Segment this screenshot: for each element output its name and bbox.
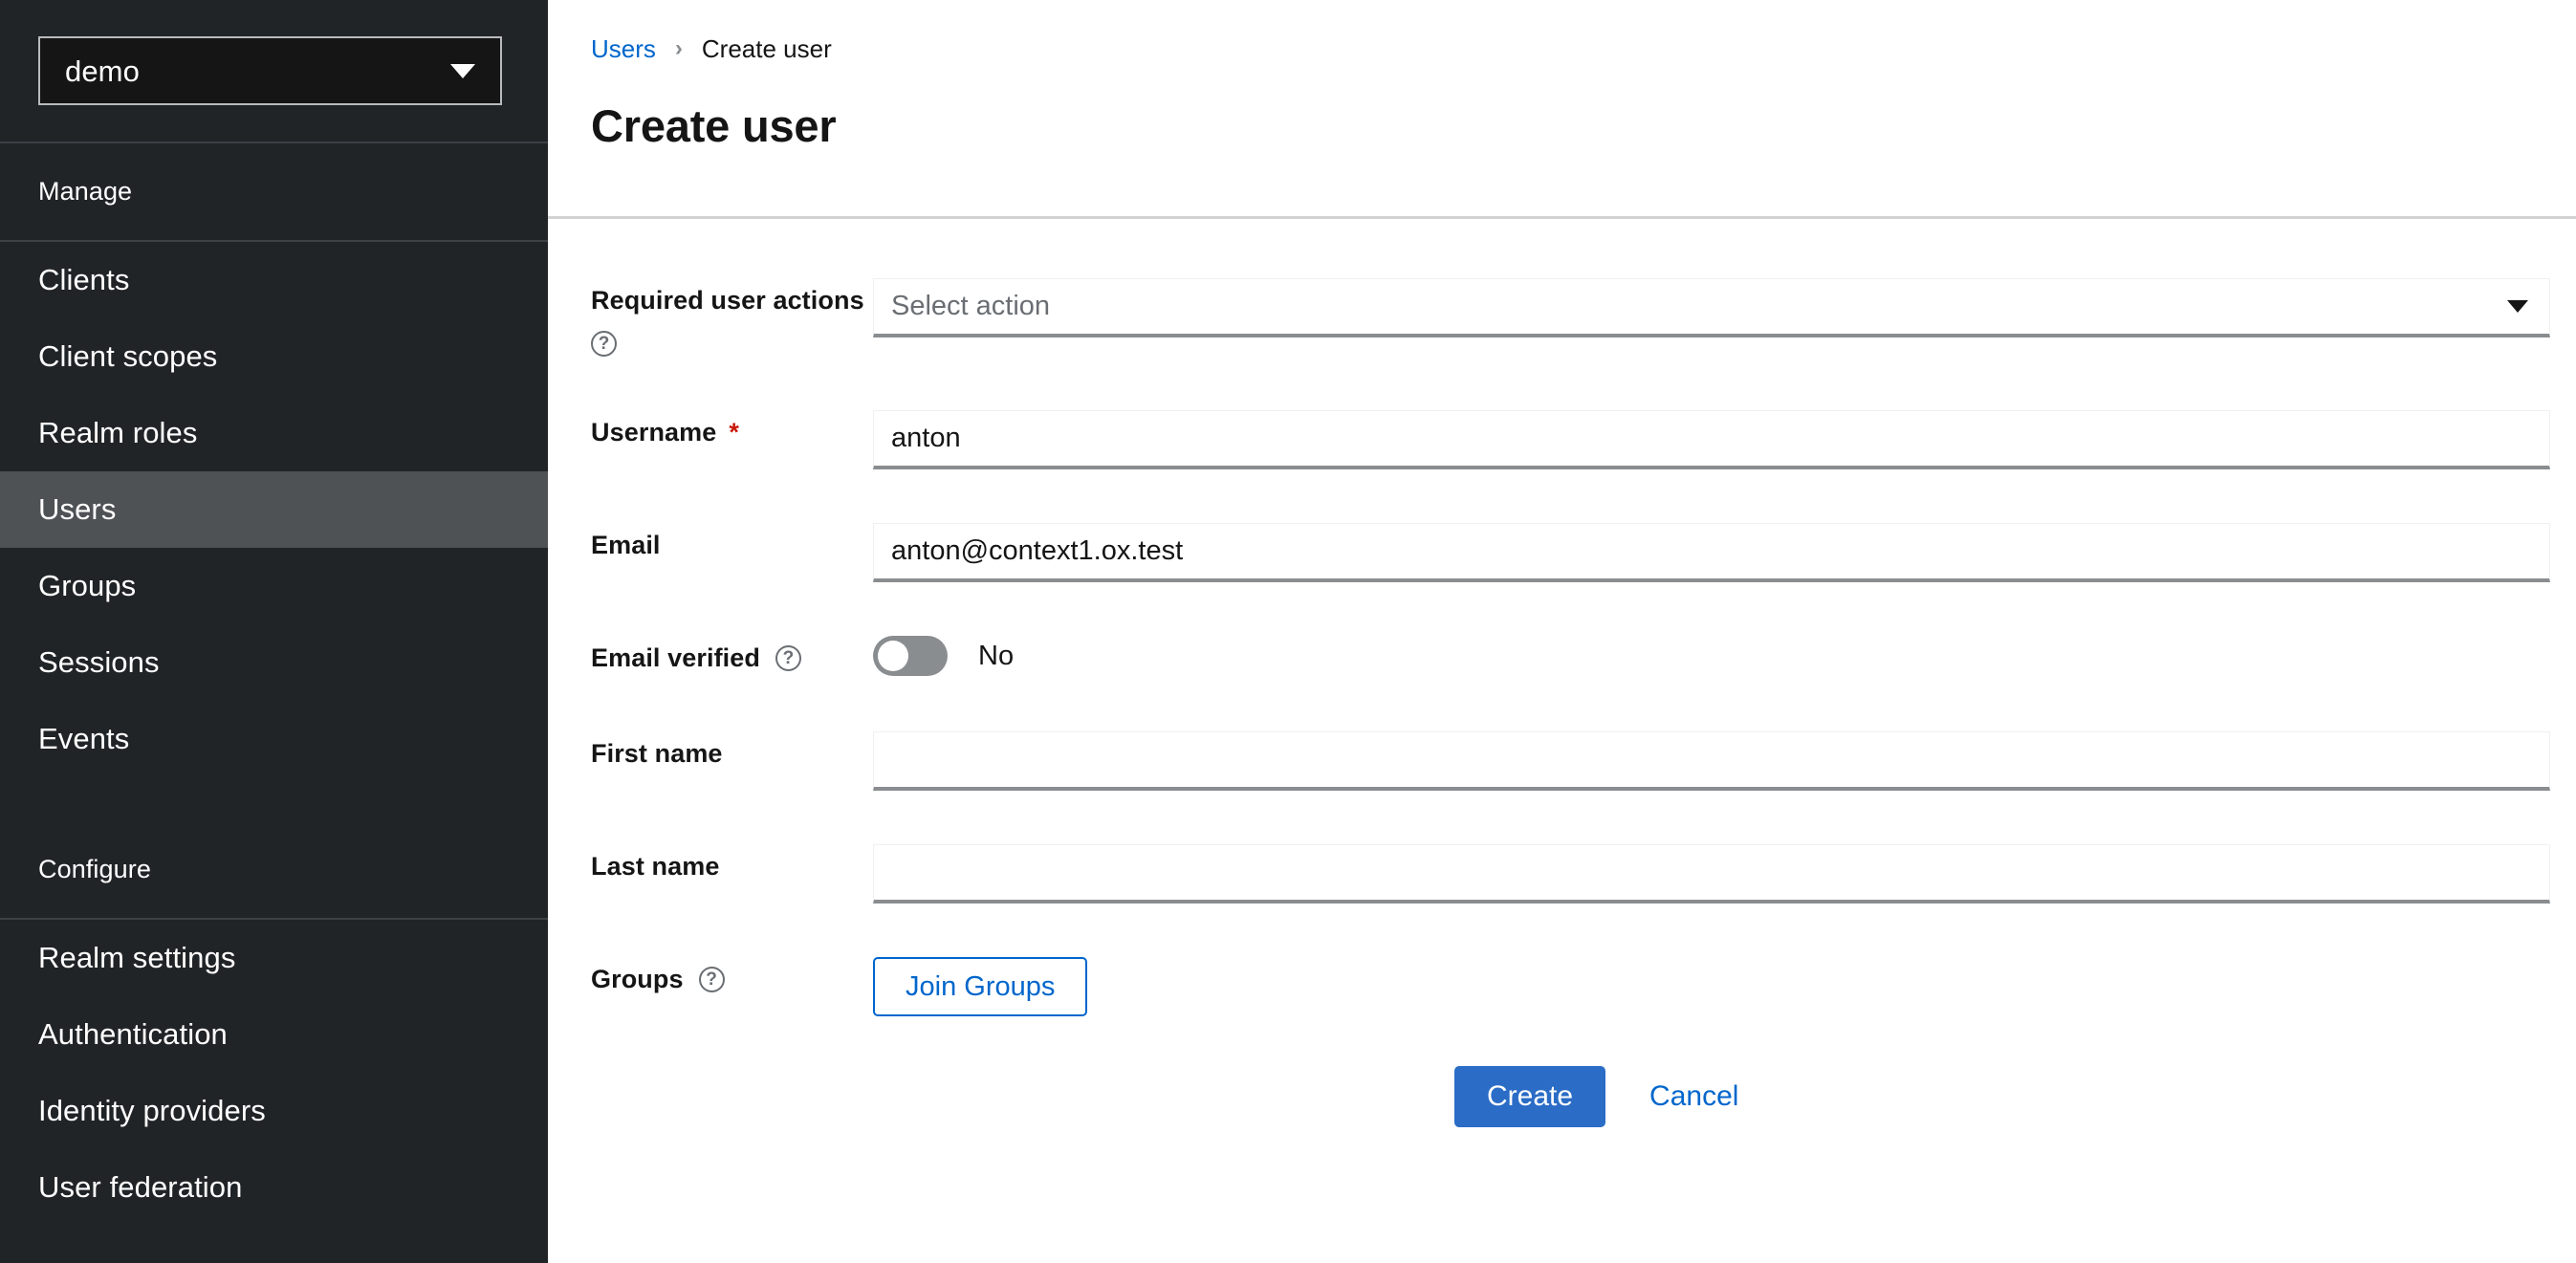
username-label: Username * [591, 418, 873, 447]
label-cell: Groups ? [548, 957, 873, 994]
label-cell: First name [548, 731, 873, 769]
sidebar-item-client-scopes[interactable]: Client scopes [0, 318, 548, 395]
sidebar-item-users[interactable]: Users [0, 471, 548, 548]
row-spacer [548, 904, 2576, 957]
sidebar-item-user-federation[interactable]: User federation [0, 1149, 548, 1226]
sidebar-section-manage-title: Manage [38, 177, 133, 206]
email-verified-toggle[interactable] [873, 636, 948, 677]
breadcrumb: Users › Create user [591, 33, 2576, 65]
form-row-groups: Groups ? Join Groups [548, 957, 2576, 1017]
breadcrumb-link-users[interactable]: Users [591, 34, 656, 64]
first-name-label: First name [591, 739, 723, 769]
sidebar-item-label: Users [38, 492, 117, 526]
email-verified-toggle-row: No [873, 636, 2550, 677]
help-circle-icon[interactable]: ? [591, 331, 617, 358]
breadcrumb-current: Create user [701, 33, 832, 63]
page-header: Users › Create user Create user [548, 0, 2576, 220]
caret-down-icon [2507, 300, 2528, 314]
main-content: Users › Create user Create user Required… [548, 0, 2576, 1263]
sidebar-item-label: Realm roles [38, 416, 198, 449]
realm-selector-value: demo [65, 54, 140, 88]
control-cell [873, 523, 2576, 583]
sidebar-item-clients[interactable]: Clients [0, 242, 548, 318]
label-cell: Username * [548, 410, 873, 447]
groups-label: Groups ? [591, 965, 873, 994]
row-spacer [548, 357, 2576, 410]
join-groups-button[interactable]: Join Groups [873, 957, 1088, 1017]
username-input[interactable] [873, 410, 2550, 470]
sidebar-item-label: Authentication [38, 1017, 228, 1051]
help-circle-icon[interactable]: ? [775, 645, 801, 672]
sidebar-item-label: Identity providers [38, 1094, 266, 1127]
email-label: Email [591, 531, 661, 560]
toggle-knob [878, 641, 908, 672]
sidebar-item-groups[interactable]: Groups [0, 548, 548, 624]
sidebar-item-realm-roles[interactable]: Realm roles [0, 395, 548, 471]
username-label-text: Username [591, 418, 717, 447]
email-verified-state-label: No [978, 640, 1015, 671]
realm-selector[interactable]: demo [38, 36, 502, 105]
sidebar-item-sessions[interactable]: Sessions [0, 624, 548, 701]
create-user-form: Required user actions ? Select action Us… [548, 219, 2576, 1263]
sidebar-item-label: Events [38, 722, 130, 755]
label-cell: Email verified ? [548, 636, 873, 673]
row-spacer [548, 791, 2576, 844]
required-marker: * [729, 418, 739, 447]
control-cell: Select action [873, 278, 2576, 338]
sidebar-item-realm-settings[interactable]: Realm settings [0, 920, 548, 996]
control-cell: Join Groups [873, 957, 2576, 1017]
control-cell [873, 731, 2576, 792]
control-cell [873, 410, 2576, 470]
create-button[interactable]: Create [1454, 1066, 1606, 1128]
select-placeholder-text: Select action [891, 291, 1051, 322]
form-row-email-verified: Email verified ? No [548, 636, 2576, 677]
groups-label-text: Groups [591, 965, 684, 994]
app-root: demo Manage Clients Client scopes Realm … [0, 0, 2576, 1263]
sidebar-item-identity-providers[interactable]: Identity providers [0, 1073, 548, 1149]
row-spacer [548, 582, 2576, 636]
chevron-down-icon [450, 63, 475, 78]
sidebar-item-label: Realm settings [38, 941, 236, 974]
last-name-label: Last name [591, 852, 720, 882]
row-spacer [548, 469, 2576, 523]
control-cell: No [873, 636, 2576, 677]
form-row-email: Email [548, 523, 2576, 583]
realm-selector-container: demo [0, 0, 548, 142]
form-actions: Create Cancel [548, 1066, 2576, 1128]
label-cell: Required user actions ? [548, 278, 873, 358]
cancel-button[interactable]: Cancel [1636, 1066, 1752, 1127]
sidebar-item-label: Clients [38, 263, 130, 296]
row-spacer [548, 676, 2576, 731]
label-cell: Email [548, 523, 873, 560]
sidebar: demo Manage Clients Client scopes Realm … [0, 0, 548, 1263]
sidebar-section-configure-title: Configure [38, 855, 151, 883]
chevron-right-icon: › [674, 35, 683, 61]
sidebar-item-label: Groups [38, 569, 137, 602]
email-verified-label-text: Email verified [591, 643, 760, 673]
label-cell: Last name [548, 844, 873, 882]
sidebar-item-authentication[interactable]: Authentication [0, 996, 548, 1073]
sidebar-item-label: User federation [38, 1170, 243, 1204]
sidebar-item-label: Client scopes [38, 339, 218, 373]
page-title: Create user [591, 100, 837, 151]
form-row-username: Username * [548, 410, 2576, 470]
email-input[interactable] [873, 523, 2550, 583]
sidebar-item-label: Sessions [38, 645, 160, 679]
sidebar-item-events[interactable]: Events [0, 701, 548, 777]
last-name-input[interactable] [873, 844, 2550, 904]
form-row-required-user-actions: Required user actions ? Select action [548, 278, 2576, 358]
control-cell [873, 844, 2576, 904]
required-user-actions-select[interactable]: Select action [873, 278, 2550, 338]
required-user-actions-label: Required user actions [591, 286, 864, 316]
form-row-first-name: First name [548, 731, 2576, 792]
first-name-input[interactable] [873, 731, 2550, 792]
email-verified-label: Email verified ? [591, 643, 873, 673]
help-circle-icon[interactable]: ? [698, 967, 725, 993]
form-row-last-name: Last name [548, 844, 2576, 904]
